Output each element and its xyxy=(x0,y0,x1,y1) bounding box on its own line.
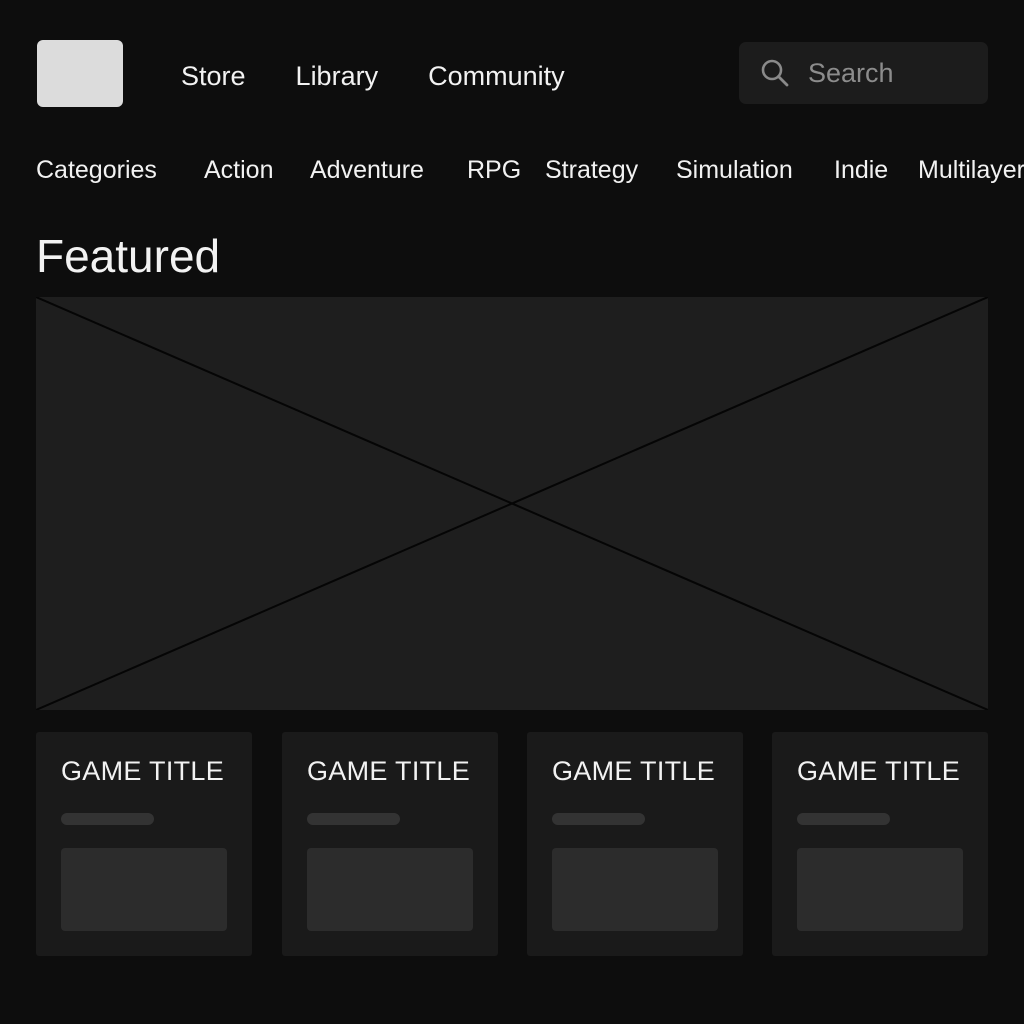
text-placeholder xyxy=(61,813,154,825)
category-strategy[interactable]: Strategy xyxy=(545,150,638,190)
category-action[interactable]: Action xyxy=(204,150,273,190)
thumbnail-placeholder xyxy=(552,848,718,931)
search-input[interactable] xyxy=(808,57,968,89)
game-card[interactable]: GAME TITLE xyxy=(772,732,988,956)
nav-community[interactable]: Community xyxy=(428,61,565,92)
text-placeholder xyxy=(307,813,400,825)
category-multilayer[interactable]: Multilayer xyxy=(918,150,1024,190)
thumbnail-placeholder xyxy=(307,848,473,931)
game-card[interactable]: GAME TITLE xyxy=(36,732,252,956)
store-page: Store Library Community Categories Actio… xyxy=(0,0,1024,1024)
section-title: Featured xyxy=(36,230,221,282)
nav-store[interactable]: Store xyxy=(181,61,246,92)
game-title: GAME TITLE xyxy=(61,756,225,786)
search-box[interactable] xyxy=(739,42,988,104)
game-card-grid: GAME TITLE GAME TITLE GAME TITLE GAME TI… xyxy=(36,732,988,956)
top-nav: Store Library Community xyxy=(181,56,565,96)
category-categories[interactable]: Categories xyxy=(36,150,157,190)
thumbnail-placeholder xyxy=(61,848,227,931)
category-adventure[interactable]: Adventure xyxy=(310,150,424,190)
thumbnail-placeholder xyxy=(797,848,963,931)
game-title: GAME TITLE xyxy=(797,756,961,786)
category-nav: Categories Action Adventure RPG Strategy… xyxy=(36,150,1024,190)
game-title: GAME TITLE xyxy=(307,756,471,786)
game-card[interactable]: GAME TITLE xyxy=(282,732,498,956)
category-simulation[interactable]: Simulation xyxy=(676,150,793,190)
category-rpg[interactable]: RPG xyxy=(467,150,521,190)
text-placeholder xyxy=(797,813,890,825)
category-indie[interactable]: Indie xyxy=(834,150,888,190)
game-title: GAME TITLE xyxy=(552,756,716,786)
search-icon[interactable] xyxy=(759,57,791,89)
featured-hero-image[interactable] xyxy=(36,297,988,710)
logo[interactable] xyxy=(37,40,123,107)
game-card[interactable]: GAME TITLE xyxy=(527,732,743,956)
text-placeholder xyxy=(552,813,645,825)
nav-library[interactable]: Library xyxy=(296,61,379,92)
image-placeholder-icon xyxy=(36,297,988,710)
